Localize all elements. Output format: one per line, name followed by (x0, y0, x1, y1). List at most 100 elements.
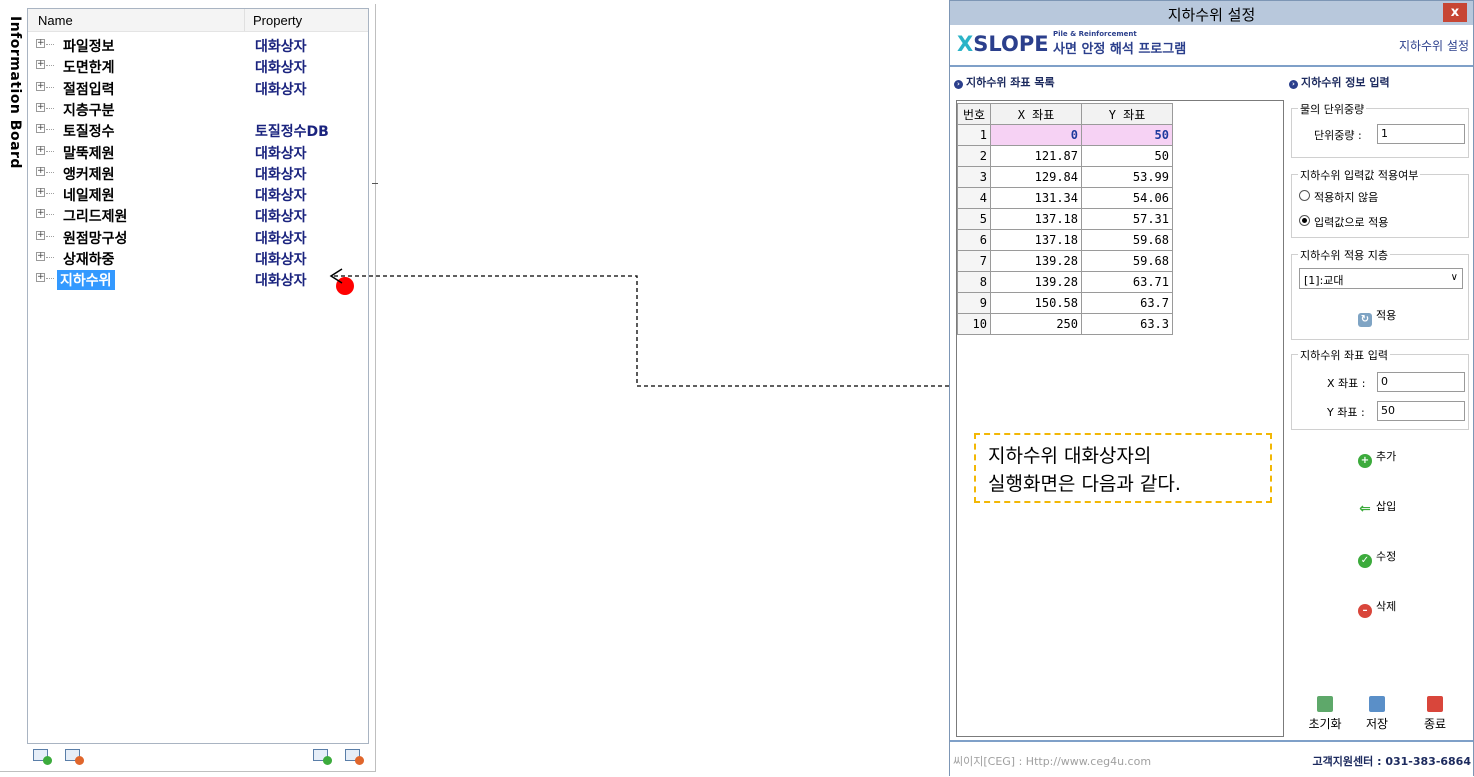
expand-icon[interactable]: + (36, 252, 45, 261)
tree-item-property[interactable]: 대화상자 (255, 57, 307, 77)
tree-row[interactable]: + 원점망구성 대화상자 (28, 226, 368, 247)
table-row[interactable]: 5 137.18 57.31 (957, 208, 1173, 230)
y-coord-cell[interactable]: 63.71 (1081, 271, 1173, 293)
x-coord-input[interactable]: 0 (1377, 372, 1465, 392)
radio-not-apply-label[interactable]: 적용하지 않음 (1314, 189, 1378, 205)
column-header-property[interactable]: Property (253, 13, 302, 28)
x-coord-cell[interactable]: 137.18 (990, 229, 1082, 251)
y-coord-cell[interactable]: 59.68 (1081, 229, 1173, 251)
expand-icon[interactable]: + (36, 81, 45, 91)
tree-item-property[interactable]: 대화상자 (255, 79, 307, 99)
row-number-cell[interactable]: 6 (957, 229, 991, 251)
row-number-cell[interactable]: 9 (957, 292, 991, 314)
chevron-down-icon[interactable]: ∨ (1451, 272, 1458, 283)
y-coord-cell[interactable]: 59.68 (1081, 250, 1173, 272)
radio-not-apply[interactable] (1299, 190, 1310, 201)
dialog-titlebar[interactable]: 지하수위 설정 x (950, 1, 1473, 25)
column-header-no[interactable]: 번호 (957, 103, 991, 125)
coordinate-grid[interactable]: 번호 X 좌표 Y 좌표 1 0 50 2 121.87 50 3 129.84 53.99 4 1… (957, 103, 1173, 335)
expand-icon[interactable]: + (36, 60, 45, 70)
row-number-cell[interactable]: 10 (957, 313, 991, 335)
row-number-cell[interactable]: 4 (957, 187, 991, 209)
expand-icon[interactable]: + (36, 145, 45, 155)
table-row[interactable]: 7 139.28 59.68 (957, 250, 1173, 272)
save-button[interactable]: 저장 (1355, 696, 1399, 732)
expand-icon[interactable]: + (36, 273, 45, 283)
column-header-y[interactable]: Y 좌표 (1081, 103, 1173, 125)
tree-row[interactable]: + 지하수위 대화상자 (28, 268, 368, 291)
x-coord-cell[interactable]: 121.87 (990, 145, 1082, 167)
insert-button[interactable]: ⇐ 삽입 (1358, 498, 1396, 516)
tree-item-name[interactable]: 도면한계 (60, 57, 118, 77)
table-row[interactable]: 8 139.28 63.71 (957, 271, 1173, 293)
y-coord-cell[interactable]: 63.7 (1081, 292, 1173, 314)
tree-row[interactable]: + 말뚝제원 대화상자 (28, 141, 368, 162)
add-icon[interactable] (33, 749, 52, 765)
expand-icon[interactable]: + (36, 166, 45, 176)
table-row[interactable]: 9 150.58 63.7 (957, 292, 1173, 314)
radio-apply-label[interactable]: 입력값으로 적용 (1314, 214, 1388, 230)
tree-row[interactable]: + 도면한계 대화상자 (28, 55, 368, 76)
tree-item-property[interactable]: 대화상자 (255, 164, 307, 184)
table-row[interactable]: 10 250 63.3 (957, 313, 1173, 335)
table-row[interactable]: 3 129.84 53.99 (957, 166, 1173, 188)
tree-row[interactable]: + 절점입력 대화상자 (28, 77, 368, 98)
tree-item-name[interactable]: 토질정수 (60, 121, 118, 141)
tree-item-name[interactable]: 지하수위 (57, 270, 115, 291)
remove-row-icon[interactable] (345, 749, 364, 765)
radio-apply[interactable] (1299, 215, 1310, 226)
tree-item-name[interactable]: 네일제원 (60, 185, 118, 205)
tree-row[interactable]: + 그리드제원 대화상자 (28, 204, 368, 225)
property-tree[interactable]: Name Property + 파일정보 대화상자 + 도면한계 대화상자 + 절점입력 대화상… (27, 8, 369, 744)
tree-item-property[interactable]: 대화상자 (255, 206, 307, 226)
table-row[interactable]: 2 121.87 50 (957, 145, 1173, 167)
x-coord-cell[interactable]: 150.58 (990, 292, 1082, 314)
tree-item-name[interactable]: 앵커제원 (60, 164, 118, 184)
tree-item-property[interactable]: 대화상자 (255, 185, 307, 205)
add-row-icon[interactable] (313, 749, 332, 765)
tree-item-property[interactable]: 대화상자 (255, 228, 307, 248)
y-coord-cell[interactable]: 54.06 (1081, 187, 1173, 209)
column-header-x[interactable]: X 좌표 (990, 103, 1082, 125)
y-coord-cell[interactable]: 53.99 (1081, 166, 1173, 188)
expand-icon[interactable]: + (36, 39, 45, 48)
tree-item-name[interactable]: 파일정보 (60, 36, 118, 56)
add-button[interactable]: + 추가 (1358, 448, 1396, 468)
row-number-cell[interactable]: 2 (957, 145, 991, 167)
y-coord-cell[interactable]: 50 (1081, 145, 1173, 167)
x-coord-cell[interactable]: 131.34 (990, 187, 1082, 209)
layer-select[interactable]: [1]:교대 ∨ (1299, 268, 1463, 289)
apply-layer-button[interactable]: ↻ 적용 (1358, 307, 1396, 327)
table-row[interactable]: 4 131.34 54.06 (957, 187, 1173, 209)
tree-item-name[interactable]: 원점망구성 (60, 228, 130, 248)
tree-item-name[interactable]: 상재하중 (60, 249, 118, 269)
tree-item-property[interactable]: 대화상자 (255, 249, 307, 269)
close-button[interactable]: x (1443, 3, 1467, 22)
tree-row[interactable]: + 네일제원 대화상자 (28, 183, 368, 204)
tree-row[interactable]: + 상재하중 대화상자 (28, 247, 368, 268)
tree-item-property[interactable]: 대화상자 (255, 143, 307, 163)
tree-item-name[interactable]: 지층구분 (60, 100, 118, 120)
tree-row[interactable]: + 앵커제원 대화상자 (28, 162, 368, 183)
x-coord-cell[interactable]: 139.28 (990, 250, 1082, 272)
row-number-cell[interactable]: 3 (957, 166, 991, 188)
row-number-cell[interactable]: 1 (957, 124, 991, 146)
x-coord-cell[interactable]: 129.84 (990, 166, 1082, 188)
y-coord-cell[interactable]: 63.3 (1081, 313, 1173, 335)
coordinate-list-panel[interactable]: 번호 X 좌표 Y 좌표 1 0 50 2 121.87 50 3 129.84 53.99 4 1… (956, 100, 1284, 737)
row-number-cell[interactable]: 5 (957, 208, 991, 230)
column-header-name[interactable]: Name (38, 13, 73, 28)
y-coord-cell[interactable]: 50 (1081, 124, 1173, 146)
remove-icon[interactable] (65, 749, 84, 765)
expand-icon[interactable]: + (36, 102, 45, 112)
column-divider[interactable] (244, 9, 245, 31)
edit-button[interactable]: ✓ 수정 (1358, 548, 1396, 568)
table-row[interactable]: 6 137.18 59.68 (957, 229, 1173, 251)
tree-item-property[interactable]: 토질정수DB (255, 121, 329, 141)
tree-item-name[interactable]: 절점입력 (60, 79, 118, 99)
unit-weight-input[interactable]: 1 (1377, 124, 1465, 144)
table-row[interactable]: 1 0 50 (957, 124, 1173, 146)
x-coord-cell[interactable]: 137.18 (990, 208, 1082, 230)
tree-row[interactable]: + 지층구분 (28, 98, 368, 119)
exit-button[interactable]: 종료 (1413, 696, 1457, 732)
